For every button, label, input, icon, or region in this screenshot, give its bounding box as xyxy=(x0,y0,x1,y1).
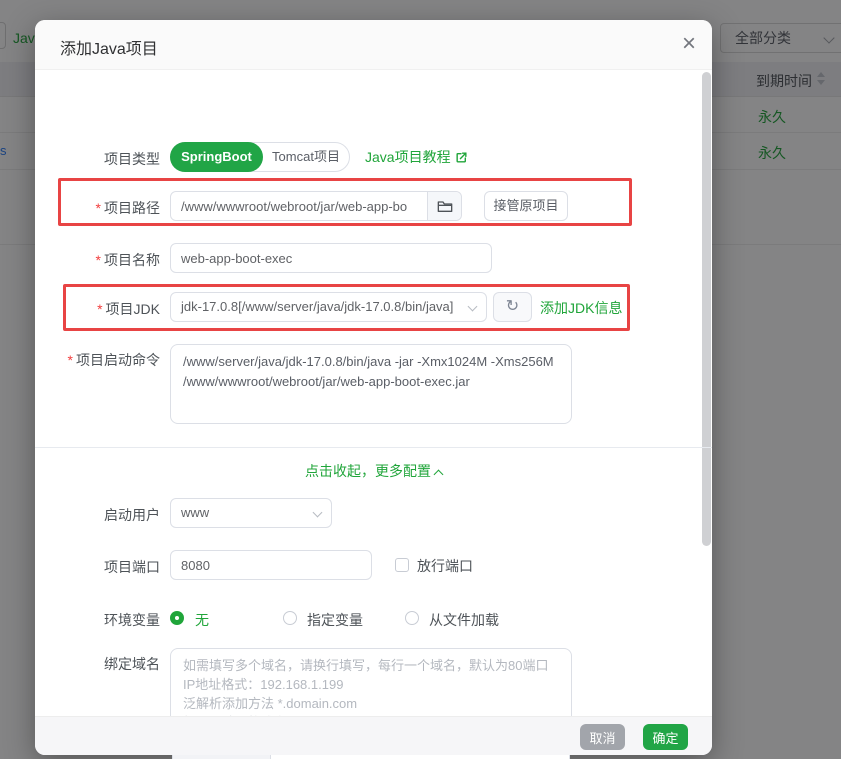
java-tutorial-link[interactable]: Java项目教程 xyxy=(365,142,468,174)
screen: Jav 全部分类 到期时间 永久 永久 s 添加Java项目 × 项目类型 xyxy=(0,0,841,759)
bind-domain-label: 绑定域名 xyxy=(104,656,160,672)
project-jdk-label: * 项目JDK xyxy=(97,301,160,317)
tab-tomcat[interactable]: Tomcat项目 xyxy=(263,143,349,171)
collapse-more-config-link[interactable]: 点击收起，更多配置 xyxy=(35,461,712,481)
domain-placeholder-line: 如需填写多个域名，请换行填写，每行一个域名，默认为80端口 xyxy=(183,658,549,673)
folder-icon xyxy=(437,201,452,212)
dialog-body: 项目类型 SpringBoot Tomcat项目 Java项目教程 * 项目路径 … xyxy=(35,70,712,759)
add-java-project-dialog: 添加Java项目 × 项目类型 SpringBoot Tomcat项目 Java… xyxy=(35,20,712,759)
radio-env-none[interactable] xyxy=(170,611,184,625)
add-jdk-info-link[interactable]: 添加JDK信息 xyxy=(540,298,622,318)
refresh-jdk-button[interactable]: ↻ xyxy=(493,292,532,322)
start-user-label: 启动用户 xyxy=(104,507,160,523)
radio-env-specify[interactable] xyxy=(283,611,297,625)
start-user-select[interactable]: www xyxy=(170,498,332,528)
dialog-title: 添加Java项目 xyxy=(60,41,158,58)
chevron-down-icon xyxy=(467,301,478,312)
confirm-button[interactable]: 确定 xyxy=(643,724,688,750)
refresh-icon: ↻ xyxy=(505,298,520,315)
dialog-footer: 取消 确定 xyxy=(35,716,712,755)
env-vars-label: 环境变量 xyxy=(104,612,160,628)
start-command-label: * 项目启动命令 xyxy=(67,352,160,368)
folder-browse-button[interactable] xyxy=(427,192,461,220)
project-path-label: * 项目路径 xyxy=(95,200,160,216)
project-port-label: 项目端口 xyxy=(104,559,160,575)
open-port-checkbox[interactable] xyxy=(395,558,409,572)
link-icon xyxy=(455,144,468,174)
project-type-label: 项目类型 xyxy=(104,151,160,167)
domain-placeholder-line: IP地址格式：192.168.1.199 xyxy=(183,677,344,692)
project-name-input[interactable] xyxy=(170,243,492,273)
radio-env-from-file[interactable] xyxy=(405,611,419,625)
project-path-input[interactable] xyxy=(171,192,427,220)
project-jdk-select[interactable]: jdk-17.0.8[/www/server/java/jdk-17.0.8/b… xyxy=(170,292,487,322)
takeover-project-button[interactable]: 接管原项目 xyxy=(484,191,568,221)
close-icon[interactable]: × xyxy=(682,30,696,58)
open-port-checkbox-label[interactable]: 放行端口 xyxy=(417,556,473,576)
start-command-textarea[interactable]: /www/server/java/jdk-17.0.8/bin/java -ja… xyxy=(170,344,572,424)
cancel-button[interactable]: 取消 xyxy=(580,724,625,750)
project-path-input-group xyxy=(170,191,462,221)
project-port-input[interactable] xyxy=(170,550,372,580)
tab-springboot[interactable]: SpringBoot xyxy=(170,142,263,172)
chevron-down-icon xyxy=(312,507,323,518)
domain-placeholder-line: 泛解析添加方法 *.domain.com xyxy=(183,696,358,711)
section-divider xyxy=(35,447,712,448)
project-name-label: * 项目名称 xyxy=(95,252,160,268)
chevron-up-icon xyxy=(433,469,444,480)
dialog-header: 添加Java项目 × xyxy=(35,20,712,70)
radio-env-from-file-label[interactable]: 从文件加载 xyxy=(429,610,499,630)
radio-env-specify-label[interactable]: 指定变量 xyxy=(307,610,363,630)
project-type-segmented: SpringBoot Tomcat项目 xyxy=(170,142,350,172)
radio-env-none-label[interactable]: 无 xyxy=(195,610,209,630)
